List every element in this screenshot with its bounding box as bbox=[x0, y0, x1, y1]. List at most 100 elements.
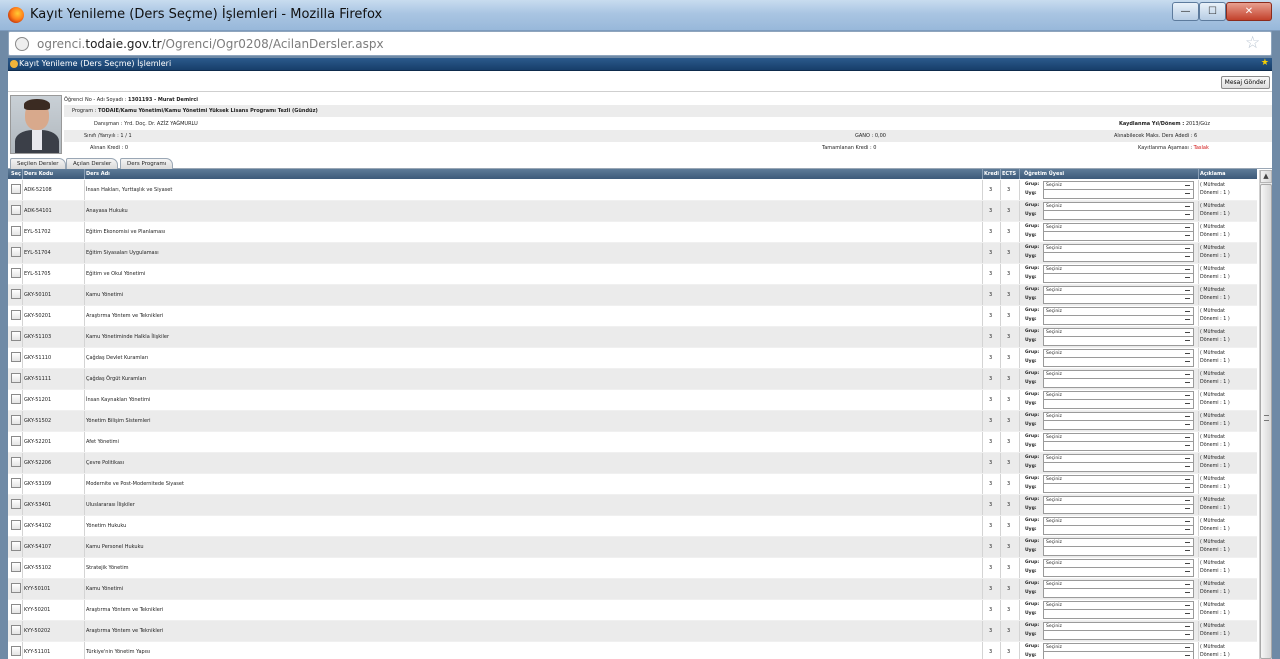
practice-select[interactable] bbox=[1043, 379, 1194, 388]
practice-select[interactable] bbox=[1043, 400, 1194, 409]
class-value: 1 / 1 bbox=[120, 133, 132, 139]
select-checkbox[interactable] bbox=[11, 646, 21, 656]
practice-select[interactable] bbox=[1043, 463, 1194, 472]
group-select[interactable]: Seçiniz bbox=[1043, 601, 1194, 610]
select-checkbox[interactable] bbox=[11, 247, 21, 257]
select-checkbox[interactable] bbox=[11, 583, 21, 593]
select-checkbox[interactable] bbox=[11, 205, 21, 215]
tab-offered-courses[interactable]: Açılan Dersler bbox=[66, 158, 119, 169]
course-ects: 3 bbox=[1007, 439, 1011, 445]
group-select[interactable]: Seçiniz bbox=[1043, 370, 1194, 379]
col-name[interactable]: Ders Adı bbox=[86, 169, 110, 179]
practice-select[interactable] bbox=[1043, 295, 1194, 304]
practice-select[interactable] bbox=[1043, 190, 1194, 199]
bookmark-star-icon[interactable]: ☆ bbox=[1245, 33, 1260, 53]
group-label: Grup: bbox=[1025, 203, 1040, 208]
select-checkbox[interactable] bbox=[11, 415, 21, 425]
group-select[interactable]: Seçiniz bbox=[1043, 559, 1194, 568]
group-select[interactable]: Seçiniz bbox=[1043, 181, 1194, 190]
practice-select[interactable] bbox=[1043, 610, 1194, 619]
tab-selected-courses[interactable]: Seçilen Dersler bbox=[10, 158, 66, 169]
group-select[interactable]: Seçiniz bbox=[1043, 349, 1194, 358]
group-select[interactable]: Seçiniz bbox=[1043, 496, 1194, 505]
course-credit: 3 bbox=[989, 481, 993, 487]
table-row: GKY-52206 Çevre Politikası 3 3 Grup: Uyg: Seçi… bbox=[8, 453, 1257, 474]
course-note: ( Müfredat Dönemi : 1 ) bbox=[1200, 645, 1230, 658]
group-select[interactable]: Seçiniz bbox=[1043, 622, 1194, 631]
select-checkbox[interactable] bbox=[11, 562, 21, 572]
select-checkbox[interactable] bbox=[11, 394, 21, 404]
practice-select[interactable] bbox=[1043, 316, 1194, 325]
url-text[interactable]: ogrenci.todaie.gov.tr/Ogrenci/Ogr0208/Ac… bbox=[37, 37, 384, 51]
group-select[interactable]: Seçiniz bbox=[1043, 517, 1194, 526]
group-select[interactable]: Seçiniz bbox=[1043, 286, 1194, 295]
select-checkbox[interactable] bbox=[11, 226, 21, 236]
group-select[interactable]: Seçiniz bbox=[1043, 412, 1194, 421]
practice-select[interactable] bbox=[1043, 484, 1194, 493]
practice-select[interactable] bbox=[1043, 652, 1194, 659]
group-select[interactable]: Seçiniz bbox=[1043, 223, 1194, 232]
group-select[interactable]: Seçiniz bbox=[1043, 433, 1194, 442]
col-code[interactable]: Ders Kodu bbox=[24, 169, 53, 179]
select-checkbox[interactable] bbox=[11, 520, 21, 530]
select-checkbox[interactable] bbox=[11, 373, 21, 383]
practice-select[interactable] bbox=[1043, 568, 1194, 577]
vertical-scrollbar[interactable]: ▲ bbox=[1259, 170, 1272, 659]
maximize-button[interactable]: ☐ bbox=[1199, 2, 1226, 21]
practice-select[interactable] bbox=[1043, 442, 1194, 451]
practice-select[interactable] bbox=[1043, 505, 1194, 514]
practice-select[interactable] bbox=[1043, 358, 1194, 367]
practice-select[interactable] bbox=[1043, 526, 1194, 535]
select-checkbox[interactable] bbox=[11, 541, 21, 551]
minimize-button[interactable]: — bbox=[1172, 2, 1199, 21]
group-select[interactable]: Seçiniz bbox=[1043, 265, 1194, 274]
course-code: GKY-53109 bbox=[24, 481, 52, 487]
course-name: Kamu Personel Hukuku bbox=[86, 544, 144, 550]
practice-select[interactable] bbox=[1043, 253, 1194, 262]
select-checkbox[interactable] bbox=[11, 436, 21, 446]
select-checkbox[interactable] bbox=[11, 184, 21, 194]
course-ects: 3 bbox=[1007, 292, 1011, 298]
select-checkbox[interactable] bbox=[11, 478, 21, 488]
select-checkbox[interactable] bbox=[11, 310, 21, 320]
select-checkbox[interactable] bbox=[11, 625, 21, 635]
select-checkbox[interactable] bbox=[11, 499, 21, 509]
group-select[interactable]: Seçiniz bbox=[1043, 538, 1194, 547]
group-select[interactable]: Seçiniz bbox=[1043, 307, 1194, 316]
select-checkbox[interactable] bbox=[11, 289, 21, 299]
practice-select[interactable] bbox=[1043, 589, 1194, 598]
col-ects[interactable]: ECTS bbox=[1002, 169, 1016, 179]
select-checkbox[interactable] bbox=[11, 268, 21, 278]
col-credit[interactable]: Kredi bbox=[984, 169, 999, 179]
practice-select[interactable] bbox=[1043, 211, 1194, 220]
practice-select[interactable] bbox=[1043, 232, 1194, 241]
group-select[interactable]: Seçiniz bbox=[1043, 391, 1194, 400]
practice-select[interactable] bbox=[1043, 547, 1194, 556]
course-code: GKY-51103 bbox=[24, 334, 52, 340]
select-checkbox[interactable] bbox=[11, 331, 21, 341]
select-checkbox[interactable] bbox=[11, 352, 21, 362]
group-select[interactable]: Seçiniz bbox=[1043, 580, 1194, 589]
group-select[interactable]: Seçiniz bbox=[1043, 643, 1194, 652]
course-credit: 3 bbox=[989, 250, 993, 256]
group-select[interactable]: Seçiniz bbox=[1043, 202, 1194, 211]
group-select[interactable]: Seçiniz bbox=[1043, 454, 1194, 463]
group-select[interactable]: Seçiniz bbox=[1043, 244, 1194, 253]
practice-select[interactable] bbox=[1043, 274, 1194, 283]
tab-course-schedule[interactable]: Ders Programı bbox=[120, 158, 174, 169]
group-label: Grup: bbox=[1025, 371, 1040, 376]
select-checkbox[interactable] bbox=[11, 457, 21, 467]
group-select[interactable]: Seçiniz bbox=[1043, 328, 1194, 337]
scroll-thumb[interactable] bbox=[1260, 184, 1272, 659]
scroll-up-button[interactable]: ▲ bbox=[1260, 170, 1272, 183]
group-select[interactable]: Seçiniz bbox=[1043, 475, 1194, 484]
select-checkbox[interactable] bbox=[11, 604, 21, 614]
practice-select[interactable] bbox=[1043, 421, 1194, 430]
address-bar[interactable]: ogrenci.todaie.gov.tr/Ogrenci/Ogr0208/Ac… bbox=[8, 31, 1272, 56]
send-message-button[interactable]: Mesaj Gönder bbox=[1220, 76, 1270, 89]
col-instructor[interactable]: Öğretim Üyesi bbox=[1024, 169, 1064, 179]
student-info: Öğrenci No - Adı Soyadı : 1301193 - Mura… bbox=[8, 91, 1272, 156]
practice-select[interactable] bbox=[1043, 631, 1194, 640]
practice-select[interactable] bbox=[1043, 337, 1194, 346]
close-button[interactable]: ✕ bbox=[1226, 2, 1272, 21]
